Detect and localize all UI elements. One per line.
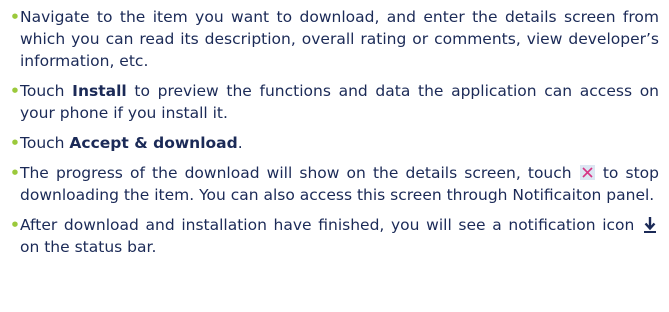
- item-text-pre: Touch: [20, 134, 70, 152]
- list-item: • Navigate to the item you want to downl…: [10, 6, 659, 72]
- item-text-pre: The progress of the download will show o…: [20, 164, 579, 182]
- list-item: • The progress of the download will show…: [10, 162, 659, 206]
- item-text-pre: Touch: [20, 82, 73, 100]
- item-text-pre: After download and installation have fin…: [20, 216, 641, 234]
- bullet: •: [10, 82, 20, 100]
- list-item: • After download and installation have f…: [10, 214, 659, 258]
- list-item: • Touch Install to preview the functions…: [10, 80, 659, 124]
- accept-download-label: Accept & download: [69, 134, 238, 152]
- instructions-page: • Navigate to the item you want to downl…: [0, 0, 669, 312]
- item-text-post: .: [237, 134, 243, 152]
- install-label: Install: [72, 82, 127, 100]
- stop-download-icon: [579, 165, 595, 180]
- list-item: • Touch Accept & download.: [10, 132, 659, 154]
- download-notification-icon: [643, 216, 657, 234]
- bullet: •: [10, 164, 20, 182]
- bullet: •: [10, 216, 20, 234]
- bullet: •: [10, 8, 20, 26]
- bullet: •: [10, 134, 20, 152]
- instruction-list: • Navigate to the item you want to downl…: [10, 6, 659, 258]
- item-text-post: on the status bar.: [20, 238, 157, 256]
- item-text: Navigate to the item you want to downloa…: [20, 8, 659, 70]
